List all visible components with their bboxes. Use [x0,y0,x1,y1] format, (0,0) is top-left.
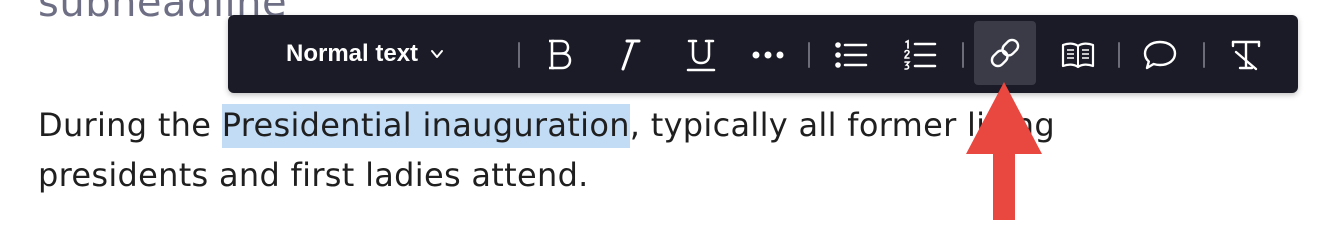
comment-button[interactable] [1132,31,1188,79]
bold-button[interactable] [532,31,588,79]
formatting-toolbar: Normal text [228,15,1298,93]
book-icon [1061,42,1095,69]
toolbar-separator [1203,42,1205,68]
comment-icon [1143,40,1177,70]
link-icon [990,38,1020,68]
text-style-label: Normal text [286,40,419,67]
bold-icon [549,39,572,70]
paragraph-text-before: During the [38,106,222,144]
underline-icon [686,39,716,72]
bulleted-list-icon [835,42,868,68]
numbered-list-icon [904,39,937,70]
more-options-button[interactable] [740,31,796,79]
clear-formatting-icon [1231,40,1261,71]
bulleted-list-button[interactable] [823,31,879,79]
italic-button[interactable] [600,31,656,79]
italic-icon [621,39,641,71]
chevron-down-icon [431,50,444,58]
toolbar-separator [808,42,810,68]
toolbar-separator [518,42,520,68]
selected-text[interactable]: Presidential inauguration [221,104,630,148]
numbered-list-button[interactable] [892,31,948,79]
link-button[interactable] [974,21,1036,85]
red-arrow-annotation [966,82,1042,220]
toolbar-separator [1118,42,1120,68]
clear-formatting-button[interactable] [1218,31,1274,79]
text-style-dropdown[interactable]: Normal text [286,39,444,69]
more-icon [752,51,784,59]
underline-button[interactable] [673,31,729,79]
toolbar-separator [962,42,964,68]
editor-page: subheadline During the Presidential inau… [0,0,1324,252]
book-button[interactable] [1050,31,1106,79]
